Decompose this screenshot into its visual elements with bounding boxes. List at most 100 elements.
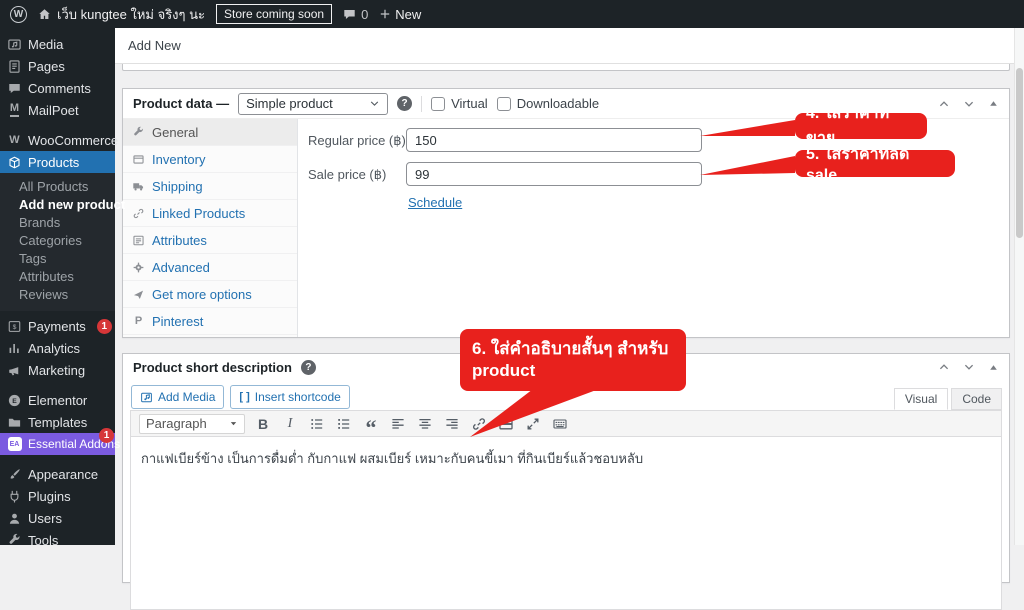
payments-count-badge: 1 (97, 319, 112, 334)
sale-price-label: Sale price (฿) (308, 167, 386, 183)
collapsed-panel-edge (122, 64, 1010, 71)
more-tag-button[interactable] (497, 415, 515, 433)
tab-shipping[interactable]: Shipping (123, 173, 297, 200)
regular-price-input[interactable] (406, 128, 702, 152)
scrollbar-thumb[interactable] (1016, 68, 1023, 238)
essential-addons-count-badge: 1 (99, 428, 114, 443)
editor-mode-tabs: Visual Code (894, 388, 1002, 410)
sidebar-item-templates[interactable]: Templates (0, 411, 115, 433)
comment-count: 0 (361, 7, 368, 22)
editor-media-buttons: Add Media [ ] Insert shortcode (131, 385, 350, 409)
sidebar-item-analytics[interactable]: Analytics (0, 337, 115, 359)
new-menu[interactable]: New (379, 7, 421, 22)
wrench-icon (132, 126, 145, 139)
woocommerce-icon: W (7, 135, 22, 146)
downloadable-checkbox[interactable] (497, 97, 511, 111)
insert-shortcode-button[interactable]: [ ] Insert shortcode (230, 385, 349, 409)
svg-text:E: E (12, 398, 17, 405)
help-icon[interactable]: ? (301, 360, 316, 375)
tab-pinterest[interactable]: P Pinterest (123, 308, 297, 335)
sidebar-item-marketing[interactable]: Marketing (0, 359, 115, 381)
submenu-reviews[interactable]: Reviews (0, 285, 115, 303)
add-media-button[interactable]: Add Media (131, 385, 224, 409)
truck-icon (132, 180, 145, 193)
bold-button[interactable]: B (254, 415, 272, 433)
chevron-down-icon (369, 98, 380, 109)
submenu-brands[interactable]: Brands (0, 213, 115, 231)
tab-linked-products[interactable]: Linked Products (123, 200, 297, 227)
sidebar-item-woocommerce[interactable]: W WooCommerce (0, 129, 115, 151)
visual-tab[interactable]: Visual (894, 388, 948, 410)
sidebar-item-plugins[interactable]: Plugins (0, 485, 115, 507)
tab-general[interactable]: General (123, 119, 297, 146)
submenu-add-new-product[interactable]: Add new product (0, 195, 115, 213)
collapse-toggle-icon[interactable] (988, 98, 999, 109)
inventory-card-icon (132, 153, 145, 166)
short-description-title: Product short description (133, 360, 292, 375)
scrollbar[interactable] (1014, 28, 1024, 545)
sidebar-item-payments[interactable]: $ Payments 1 (0, 315, 115, 337)
schedule-link[interactable]: Schedule (408, 195, 462, 210)
callout-step6: 6. ใส่คำอธิบายสั้นๆ สำหรับ product (460, 329, 686, 391)
tab-advanced[interactable]: Advanced (123, 254, 297, 281)
tab-get-more-options[interactable]: Get more options (123, 281, 297, 308)
submenu-attributes[interactable]: Attributes (0, 267, 115, 285)
coming-soon-badge: Store coming soon (216, 4, 332, 24)
sidebar-item-pages[interactable]: Pages (0, 55, 115, 77)
align-right-button[interactable] (443, 415, 461, 433)
editor-toolbar: Paragraph B I “ (131, 411, 1001, 437)
plus-icon (379, 8, 391, 20)
sidebar-item-users[interactable]: Users (0, 507, 115, 529)
move-down-icon[interactable] (963, 361, 975, 373)
page-title: Add New (128, 38, 181, 53)
move-up-icon[interactable] (938, 98, 950, 110)
wordpress-logo-icon[interactable]: W (10, 6, 27, 23)
comments-menu[interactable]: 0 (343, 7, 368, 22)
elementor-icon: E (7, 393, 22, 408)
italic-button[interactable]: I (281, 415, 299, 433)
site-name[interactable]: เว็บ kungtee ใหม่ จริงๆ นะ (57, 4, 205, 25)
submenu-all-products[interactable]: All Products (0, 177, 115, 195)
align-left-button[interactable] (389, 415, 407, 433)
keyboard-shortcuts-button[interactable] (551, 415, 569, 433)
sidebar-item-essential-addons[interactable]: EA Essential Addons 1 (0, 433, 115, 455)
sidebar-item-media[interactable]: Media (0, 33, 115, 55)
short-description-textarea[interactable]: กาแฟเบียร์ข้าง เป็นการดื่มด่ำ กับกาแฟ ผส… (131, 437, 1001, 481)
sidebar-item-mailpoet[interactable]: M MailPoet (0, 99, 115, 121)
submenu-tags[interactable]: Tags (0, 249, 115, 267)
admin-bar: W เว็บ kungtee ใหม่ จริงๆ นะ Store comin… (0, 0, 1024, 28)
move-up-icon[interactable] (938, 361, 950, 373)
submenu-categories[interactable]: Categories (0, 231, 115, 249)
mailpoet-icon: M (7, 103, 22, 117)
paragraph-select[interactable]: Paragraph (139, 414, 245, 434)
bullet-list-button[interactable] (308, 415, 326, 433)
pinterest-icon: P (132, 315, 145, 327)
virtual-label: Virtual (451, 96, 488, 111)
pages-icon (7, 59, 22, 74)
editor-container: Paragraph B I “ (130, 410, 1002, 610)
blockquote-button[interactable]: “ (362, 415, 380, 433)
move-down-icon[interactable] (963, 98, 975, 110)
collapse-toggle-icon[interactable] (988, 362, 999, 373)
sidebar-item-appearance[interactable]: Appearance (0, 463, 115, 485)
product-type-select[interactable]: Simple product (238, 93, 388, 115)
align-center-button[interactable] (416, 415, 434, 433)
ordered-list-button[interactable] (335, 415, 353, 433)
divider (421, 96, 422, 112)
user-icon (7, 511, 22, 526)
link-button[interactable] (470, 415, 488, 433)
sidebar-item-comments[interactable]: Comments (0, 77, 115, 99)
fullscreen-button[interactable] (524, 415, 542, 433)
virtual-checkbox[interactable] (431, 97, 445, 111)
sidebar-item-elementor[interactable]: E Elementor (0, 389, 115, 411)
site-menu[interactable]: เว็บ kungtee ใหม่ จริงๆ นะ (38, 4, 205, 25)
sidebar-item-tools[interactable]: Tools (0, 529, 115, 551)
callout-step5: 5. ใส่ราคาที่ลด sale (795, 150, 955, 177)
editor-header: Add New (115, 28, 1024, 64)
sidebar-item-products[interactable]: Products (0, 151, 115, 173)
tab-attributes[interactable]: Attributes (123, 227, 297, 254)
tab-inventory[interactable]: Inventory (123, 146, 297, 173)
sale-price-input[interactable] (406, 162, 702, 186)
code-tab[interactable]: Code (951, 388, 1002, 410)
help-icon[interactable]: ? (397, 96, 412, 111)
